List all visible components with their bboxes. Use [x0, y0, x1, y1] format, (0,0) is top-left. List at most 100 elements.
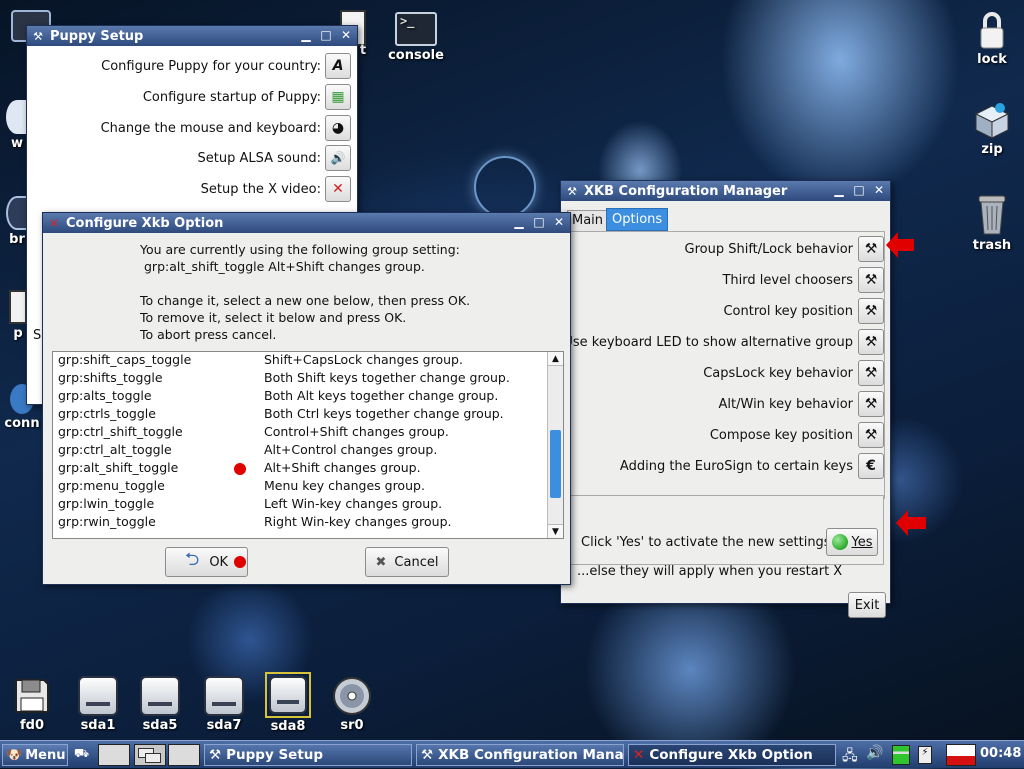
background-bubble: [474, 156, 536, 218]
yes-button[interactable]: Yes: [826, 528, 878, 556]
xkb-manager-window[interactable]: ⚒ XKB Configuration Manager ▁ □ ✕ Main O…: [560, 180, 891, 618]
minimize-icon[interactable]: ▁: [832, 183, 846, 198]
archive-icon: [972, 100, 1012, 140]
xkb-manager-body: Main Options Group Shift/Lock behavior ⚒…: [561, 201, 890, 618]
minimize-icon[interactable]: ▁: [512, 215, 526, 230]
option-row-third-level: Third level choosers ⚒: [722, 267, 884, 293]
list-item[interactable]: grp:ctrl_alt_toggle Alt+Control changes g…: [53, 442, 549, 460]
close-icon[interactable]: ✕: [552, 215, 566, 230]
tab-main[interactable]: Main: [567, 210, 609, 231]
window-title: XKB Configuration Manager: [584, 183, 788, 199]
desktop-icon-lock[interactable]: lock: [966, 10, 1018, 67]
yes-button-label: Yes: [851, 534, 873, 550]
red-arrow-annotation: [886, 232, 914, 258]
menu-button[interactable]: 🐶 Menu: [2, 744, 68, 766]
list-item[interactable]: grp:lwin_toggle Left Win-key changes grou…: [53, 496, 549, 514]
startup-setup-button[interactable]: ▦: [325, 84, 351, 110]
list-item[interactable]: grp:alts_toggle Both Alt keys together ch…: [53, 388, 549, 406]
compose-button[interactable]: ⚒: [858, 422, 884, 448]
list-item[interactable]: grp:rwin_toggle Right Win-key changes gro…: [53, 514, 549, 532]
scroll-down-icon[interactable]: ▼: [548, 524, 563, 538]
workspace-1[interactable]: [98, 744, 130, 766]
tools-icon: ⚒: [421, 747, 434, 763]
maximize-icon[interactable]: □: [319, 28, 333, 43]
scroll-thumb[interactable]: [550, 430, 561, 498]
desktop-icon-sr0[interactable]: sr0: [328, 676, 376, 733]
group-option-list[interactable]: grp:shift_caps_toggle Shift+CapsLock chan…: [52, 351, 564, 539]
task-puppy-setup[interactable]: ⚒ Puppy Setup: [204, 744, 412, 766]
desktop-icon-sda7[interactable]: sda7: [200, 676, 248, 733]
task-xkb-manager[interactable]: ⚒ XKB Configuration Manag: [416, 744, 624, 766]
exit-button[interactable]: Exit: [848, 592, 886, 618]
tools-icon: ⚒: [567, 184, 577, 198]
tools-icon: ⚒: [33, 29, 43, 43]
list-item[interactable]: grp:alt_shift_toggle Alt+Shift changes gr…: [53, 460, 549, 478]
capslock-button[interactable]: ⚒: [858, 360, 884, 386]
workspace-2[interactable]: [134, 744, 166, 766]
third-level-button[interactable]: ⚒: [858, 267, 884, 293]
task-xkb-option[interactable]: ✕ Configure Xkb Option: [628, 744, 836, 766]
maximize-icon[interactable]: □: [532, 215, 546, 230]
notepad-icon: [9, 290, 27, 324]
desktop-icon-label: fd0: [19, 718, 44, 733]
eurosign-button[interactable]: €: [858, 453, 884, 479]
window-title: Configure Xkb Option: [66, 215, 224, 231]
desktop-icon-label: w: [10, 136, 23, 151]
minimize-icon[interactable]: ▁: [299, 28, 313, 43]
cancel-button[interactable]: ✖ Cancel: [365, 547, 449, 577]
xkb-option-titlebar[interactable]: ✕ Configure Xkb Option ▁ □ ✕: [43, 213, 570, 233]
quicklaunch-icon[interactable]: ⛟: [74, 746, 94, 764]
desktop-icon-partial-w[interactable]: w: [6, 100, 28, 151]
desktop-icon-sda5[interactable]: sda5: [136, 676, 184, 733]
list-item[interactable]: grp:shifts_toggle Both Shift keys togethe…: [53, 370, 549, 388]
workspace-3[interactable]: [168, 744, 200, 766]
list-item[interactable]: grp:shift_caps_toggle Shift+CapsLock chan…: [53, 352, 549, 370]
puppy-setup-titlebar[interactable]: ⚒ Puppy Setup ▁ □ ✕: [27, 26, 357, 46]
power-icon[interactable]: ⚡: [918, 746, 932, 764]
group-shift-lock-button[interactable]: ⚒: [858, 236, 884, 262]
restart-text: ...else they will apply when you restart…: [577, 564, 843, 579]
menu-label: Menu: [25, 747, 66, 763]
desktop-icon-fd0[interactable]: fd0: [8, 676, 56, 733]
volume-icon[interactable]: 🔊: [866, 745, 883, 761]
option-row-keyboard-led: Use keyboard LED to show alternative gro…: [563, 329, 884, 355]
list-scrollbar[interactable]: ▲ ▼: [547, 352, 563, 538]
xkb-option-dialog[interactable]: ✕ Configure Xkb Option ▁ □ ✕ You are cur…: [42, 212, 571, 585]
mouse-keyboard-setup-button[interactable]: ◕: [325, 115, 351, 141]
desktop-icon-label: sda8: [270, 719, 306, 734]
list-item[interactable]: grp:menu_toggle Menu key changes group.: [53, 478, 549, 496]
info-current-setting: grp:alt_shift_toggle Alt+Shift changes g…: [144, 259, 425, 274]
keyboard-led-button[interactable]: ⚒: [858, 329, 884, 355]
desktop-icon-trash[interactable]: trash: [966, 192, 1018, 253]
floppy-icon: [12, 676, 52, 716]
list-item[interactable]: grp:ctrl_shift_toggle Control+Shift chang…: [53, 424, 549, 442]
desktop-icon-partial-p[interactable]: p: [8, 290, 28, 341]
option-row-label: CapsLock key behavior: [703, 365, 853, 381]
globe-icon: [6, 100, 28, 134]
control-key-button[interactable]: ⚒: [858, 298, 884, 324]
red-dot-marker: [234, 463, 246, 475]
list-item[interactable]: grp:ctrls_toggle Both Ctrl keys together …: [53, 406, 549, 424]
option-row-label: Third level choosers: [722, 272, 853, 288]
setup-row-label: Setup the X video:: [200, 181, 321, 197]
desktop-icon-label: p: [13, 326, 23, 341]
desktop-icon-sda8[interactable]: sda8: [264, 672, 312, 734]
tab-options[interactable]: Options: [606, 208, 669, 231]
desktop-icon-sda1[interactable]: sda1: [74, 676, 122, 733]
xkb-manager-titlebar[interactable]: ⚒ XKB Configuration Manager ▁ □ ✕: [561, 181, 890, 201]
alt-win-button[interactable]: ⚒: [858, 391, 884, 417]
alsa-setup-button[interactable]: 🔊: [325, 145, 351, 171]
taskbar: 🐶 Menu ⛟ ⚒ Puppy Setup ⚒ XKB Configurati…: [0, 740, 1024, 768]
desktop-icon-console[interactable]: >_ console: [384, 12, 448, 63]
close-icon[interactable]: ✕: [872, 183, 886, 198]
desktop-icon-partial-br[interactable]: br: [6, 196, 28, 247]
green-ball-icon: [831, 534, 848, 550]
cancel-x-icon: ✖: [375, 554, 387, 570]
desktop-icon-zip[interactable]: zip: [966, 100, 1018, 157]
scroll-up-icon[interactable]: ▲: [548, 352, 563, 366]
xvideo-setup-button[interactable]: ✕: [325, 176, 351, 202]
network-tray-icon[interactable]: 🖧: [842, 745, 858, 769]
close-icon[interactable]: ✕: [339, 28, 353, 43]
maximize-icon[interactable]: □: [852, 183, 866, 198]
country-setup-button[interactable]: A: [325, 53, 351, 79]
